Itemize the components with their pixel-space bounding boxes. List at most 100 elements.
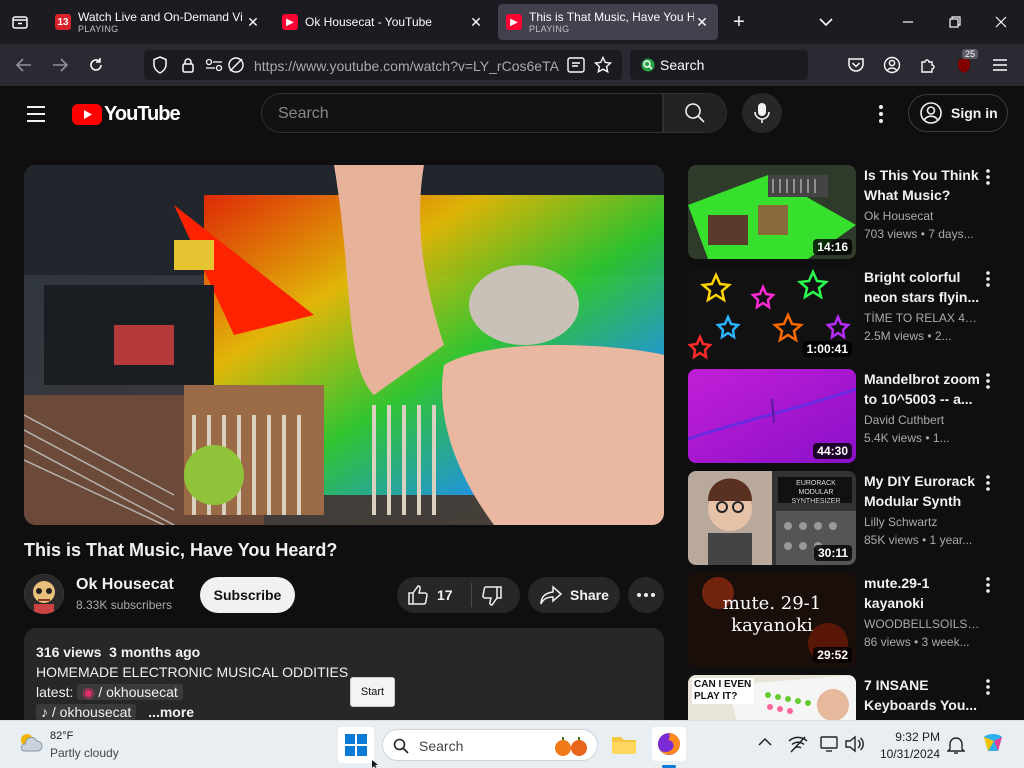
recommended-video-title[interactable]: Is This You Think What Music? bbox=[864, 165, 982, 205]
video-menu-kebab-icon[interactable] bbox=[980, 575, 996, 595]
reload-icon[interactable] bbox=[84, 53, 108, 77]
video-menu-kebab-icon[interactable] bbox=[980, 677, 996, 697]
taskbar-search-box[interactable]: Search bbox=[382, 729, 598, 761]
tab-watch-live[interactable]: 13 Watch Live and On-Demand Vi PLAYING ✕ bbox=[47, 4, 269, 40]
close-tab-icon[interactable]: ✕ bbox=[468, 14, 484, 30]
video-thumbnail[interactable]: 44:30 bbox=[688, 369, 856, 463]
ublock-extension-icon[interactable]: 25 bbox=[952, 49, 979, 77]
recommended-video-channel[interactable]: David Cuthbert bbox=[864, 413, 982, 427]
youtube-logo[interactable]: YouTube bbox=[72, 103, 181, 126]
recommended-video-channel[interactable]: TİME TO RELAX 4K... bbox=[864, 311, 982, 325]
channel-avatar[interactable] bbox=[24, 574, 64, 614]
clock-time[interactable]: 9:32 PM bbox=[880, 730, 940, 744]
show-more-button[interactable]: ...more bbox=[148, 704, 194, 720]
microphone-icon bbox=[754, 103, 770, 123]
recommended-video-title[interactable]: Bright colorful neon stars flyin... bbox=[864, 267, 982, 307]
show-hidden-icons-chevron-icon[interactable] bbox=[758, 737, 772, 747]
voice-search-button[interactable] bbox=[742, 93, 782, 133]
description-box[interactable]: 316 views 3 months ago HOMEMADE ELECTRON… bbox=[24, 628, 664, 720]
start-button[interactable] bbox=[338, 727, 374, 763]
tab-ok-housecat[interactable]: ▶ Ok Housecat - YouTube ✕ bbox=[274, 4, 492, 40]
youtube-search-button[interactable] bbox=[663, 93, 727, 133]
recommended-video-channel[interactable]: WOODBELLSOILSH... bbox=[864, 617, 982, 631]
firefox-taskbar-icon[interactable] bbox=[652, 727, 686, 761]
close-window-icon[interactable] bbox=[989, 10, 1013, 34]
video-menu-kebab-icon[interactable] bbox=[980, 269, 996, 289]
lock-icon[interactable] bbox=[176, 53, 200, 77]
close-tab-icon[interactable]: ✕ bbox=[694, 14, 710, 30]
address-bar[interactable]: https://www.youtube.com/watch?v=LY_rCos6… bbox=[144, 50, 622, 80]
recommended-video-title[interactable]: Mandelbrot zoom to 10^5003 -- a... bbox=[864, 369, 982, 409]
volume-icon[interactable] bbox=[844, 735, 864, 753]
account-icon[interactable] bbox=[880, 53, 904, 77]
copilot-icon[interactable] bbox=[980, 731, 1006, 757]
tab-overview-icon[interactable] bbox=[8, 10, 32, 34]
network-warning-icon[interactable] bbox=[788, 735, 808, 753]
pocket-icon[interactable] bbox=[844, 53, 868, 77]
instagram-link[interactable]: ◉ / okhousecat bbox=[77, 684, 183, 700]
weather-description[interactable]: Partly cloudy bbox=[50, 746, 119, 760]
notification-bell-icon[interactable] bbox=[947, 735, 965, 755]
sign-in-button[interactable]: Sign in bbox=[908, 94, 1008, 132]
recommended-video-title[interactable]: 7 INSANE Keyboards You... bbox=[864, 675, 982, 715]
search-icon bbox=[393, 738, 409, 754]
youtube-search-input[interactable]: Search bbox=[261, 93, 663, 133]
video-thumbnail[interactable]: 1:00:41 bbox=[688, 267, 856, 361]
channel-name-link[interactable]: Ok Housecat bbox=[76, 576, 174, 594]
url-text[interactable]: https://www.youtube.com/watch?v=LY_rCos6… bbox=[254, 58, 559, 74]
video-player[interactable] bbox=[24, 165, 664, 525]
guide-menu-icon[interactable] bbox=[24, 102, 48, 126]
clock-date[interactable]: 10/31/2024 bbox=[876, 747, 940, 761]
permissions-icon[interactable] bbox=[202, 53, 226, 77]
hamburger-menu-icon[interactable] bbox=[988, 53, 1012, 77]
video-thumbnail[interactable]: 14:16 bbox=[688, 165, 856, 259]
recommended-video[interactable]: 44:30 Mandelbrot zoom to 10^5003 -- a...… bbox=[688, 369, 1008, 463]
weather-partly-cloudy-icon[interactable] bbox=[16, 729, 44, 757]
like-divider bbox=[471, 583, 472, 607]
bookmark-star-icon[interactable] bbox=[591, 53, 615, 77]
forward-arrow-icon[interactable] bbox=[48, 53, 72, 77]
video-thumbnail[interactable]: EURORACK MODULAR SYNTHESIZER 30:11 bbox=[688, 471, 856, 565]
recommended-video[interactable]: 1:00:41 Bright colorful neon stars flyin… bbox=[688, 267, 1008, 361]
video-menu-kebab-icon[interactable] bbox=[980, 473, 996, 493]
restore-icon[interactable] bbox=[943, 10, 967, 34]
recommended-video-title[interactable]: mute.29-1 kayanoki bbox=[864, 573, 982, 613]
more-actions-button[interactable] bbox=[628, 577, 664, 613]
dislike-button[interactable] bbox=[481, 585, 503, 607]
tiktok-link[interactable]: ♪ / okhousecat bbox=[36, 704, 137, 720]
recommended-video-channel[interactable]: Lilly Schwartz bbox=[864, 515, 982, 529]
recommended-video-title[interactable]: My DIY Eurorack Modular Synth bbox=[864, 471, 982, 511]
close-tab-icon[interactable]: ✕ bbox=[245, 14, 261, 30]
video-thumbnail[interactable]: CAN I EVEN PLAY IT? bbox=[688, 675, 856, 720]
recommended-video[interactable]: 14:16 Is This You Think What Music? Ok H… bbox=[688, 165, 1008, 259]
reader-view-icon[interactable] bbox=[564, 53, 588, 77]
search-engine-icon[interactable] bbox=[636, 53, 660, 77]
back-arrow-icon[interactable] bbox=[12, 53, 36, 77]
settings-kebab-icon[interactable] bbox=[870, 102, 892, 126]
recommended-video-channel[interactable]: Ok Housecat bbox=[864, 209, 982, 223]
recommended-video[interactable]: mute. 29-1 kayanoki 29:52 mute.29-1 kaya… bbox=[688, 573, 1008, 667]
recommended-video[interactable]: EURORACK MODULAR SYNTHESIZER 30:11 My DI… bbox=[688, 471, 1008, 565]
extensions-puzzle-icon[interactable] bbox=[916, 53, 940, 77]
video-thumbnail[interactable]: mute. 29-1 kayanoki 29:52 bbox=[688, 573, 856, 667]
video-menu-kebab-icon[interactable] bbox=[980, 167, 996, 187]
autoplay-blocked-icon[interactable] bbox=[224, 53, 248, 77]
weather-temperature[interactable]: 82°F bbox=[50, 730, 73, 742]
browser-search-bar[interactable]: Search bbox=[630, 50, 808, 80]
thumbs-up-icon bbox=[408, 585, 428, 605]
minimize-icon[interactable] bbox=[896, 10, 920, 34]
recommended-video[interactable]: CAN I EVEN PLAY IT? 7 INSANE Keyboards Y… bbox=[688, 675, 1008, 720]
display-icon[interactable] bbox=[820, 735, 840, 753]
video-menu-kebab-icon[interactable] bbox=[980, 371, 996, 391]
tab-favicon-icon: 13 bbox=[55, 14, 71, 30]
file-explorer-icon[interactable] bbox=[610, 730, 638, 758]
subscribe-button[interactable]: Subscribe bbox=[200, 577, 295, 613]
shield-icon[interactable] bbox=[148, 53, 172, 77]
tab-this-is-that-music[interactable]: ▶ This is That Music, Have You H PLAYING… bbox=[498, 4, 718, 40]
new-tab-icon[interactable]: + bbox=[727, 10, 751, 34]
like-button[interactable] bbox=[407, 584, 429, 606]
share-button[interactable]: Share bbox=[528, 577, 620, 613]
windows-taskbar: 82°F Partly cloudy Search 9:32 PM 10/31/… bbox=[0, 720, 1024, 768]
list-all-tabs-icon[interactable] bbox=[814, 10, 838, 34]
youtube-play-logo-icon bbox=[72, 104, 102, 125]
